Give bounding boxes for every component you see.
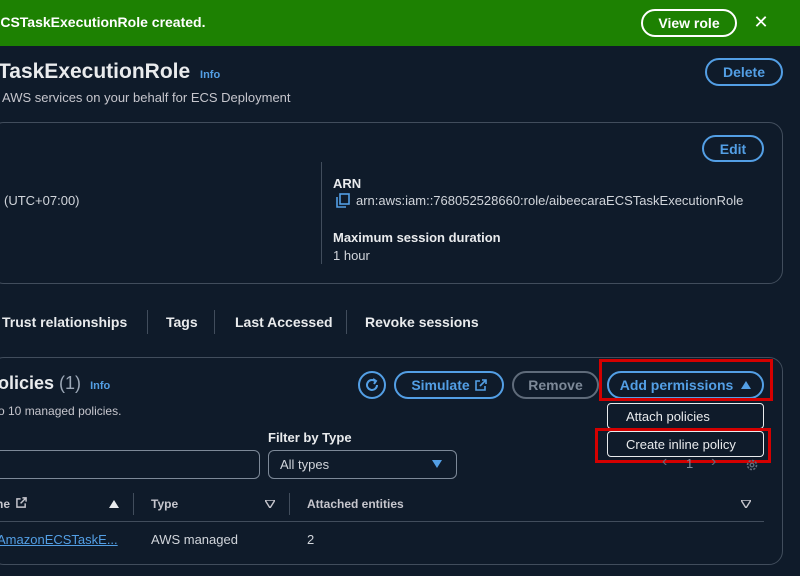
page-number[interactable]: 1 xyxy=(686,456,693,471)
role-name: TaskExecutionRole xyxy=(0,60,191,83)
policy-attached-count: 2 xyxy=(307,532,315,547)
previous-page-icon[interactable]: ‹ xyxy=(662,453,667,471)
simulate-button[interactable]: Simulate xyxy=(394,371,504,399)
external-link-icon xyxy=(474,379,487,391)
sort-icon[interactable] xyxy=(265,500,275,508)
external-link-icon xyxy=(16,497,28,508)
max-session-label: Maximum session duration xyxy=(333,230,501,245)
sort-icon[interactable] xyxy=(741,500,751,508)
banner-message: ECSTaskExecutionRole created. xyxy=(0,14,206,30)
simulate-label: Simulate xyxy=(411,377,470,393)
type-filter-select[interactable]: All types xyxy=(268,450,457,479)
permissions-title: olicies (1) Info xyxy=(0,373,110,394)
role-description: AWS services on your behalf for ECS Depl… xyxy=(2,90,291,105)
tab-divider xyxy=(214,310,215,334)
timezone-value: (UTC+07:00) xyxy=(4,193,80,208)
page-title: TaskExecutionRole Info xyxy=(0,60,220,84)
column-divider xyxy=(133,493,134,515)
highlight-box xyxy=(599,359,773,401)
column-header-name[interactable]: ne xyxy=(0,497,28,511)
tab-divider xyxy=(346,310,347,334)
sort-ascending-icon[interactable] xyxy=(109,500,119,508)
column-name-label: ne xyxy=(0,497,11,511)
tab-last-accessed[interactable]: Last Accessed xyxy=(235,314,333,330)
gear-icon[interactable] xyxy=(745,458,759,472)
column-divider xyxy=(321,162,322,264)
tab-tags[interactable]: Tags xyxy=(166,314,198,330)
column-header-attached-entities[interactable]: Attached entities xyxy=(307,497,404,511)
close-icon[interactable]: ✕ xyxy=(752,12,770,32)
search-input[interactable] xyxy=(0,450,260,479)
tab-divider xyxy=(147,310,148,334)
menu-item-attach-policies[interactable]: Attach policies xyxy=(607,403,764,429)
delete-button[interactable]: Delete xyxy=(705,58,783,86)
refresh-icon xyxy=(366,378,378,391)
filter-label: Filter by Type xyxy=(268,430,352,445)
permissions-title-text: olicies xyxy=(0,373,55,393)
max-session-value: 1 hour xyxy=(333,248,370,263)
policy-name-link[interactable]: AmazonECSTaskE... xyxy=(0,532,118,547)
info-link[interactable]: Info xyxy=(90,380,110,392)
permissions-subtitle: o 10 managed policies. xyxy=(0,404,122,418)
tab-revoke-sessions[interactable]: Revoke sessions xyxy=(365,314,479,330)
copy-icon[interactable] xyxy=(336,193,350,208)
edit-button[interactable]: Edit xyxy=(702,135,764,162)
info-link[interactable]: Info xyxy=(200,69,220,81)
remove-button[interactable]: Remove xyxy=(512,371,599,399)
arn-value: arn:aws:iam::768052528660:role/aibeecara… xyxy=(356,193,744,208)
policy-count: (1) xyxy=(59,373,82,393)
policy-type: AWS managed xyxy=(151,532,238,547)
column-divider xyxy=(289,493,290,515)
tab-trust-relationships[interactable]: Trust relationships xyxy=(2,314,127,330)
arn-label: ARN xyxy=(333,176,362,191)
refresh-button[interactable] xyxy=(358,371,386,399)
column-header-type[interactable]: Type xyxy=(151,497,178,511)
next-page-icon[interactable]: › xyxy=(711,453,716,471)
view-role-button[interactable]: View role xyxy=(641,9,737,37)
caret-down-icon xyxy=(432,460,442,468)
